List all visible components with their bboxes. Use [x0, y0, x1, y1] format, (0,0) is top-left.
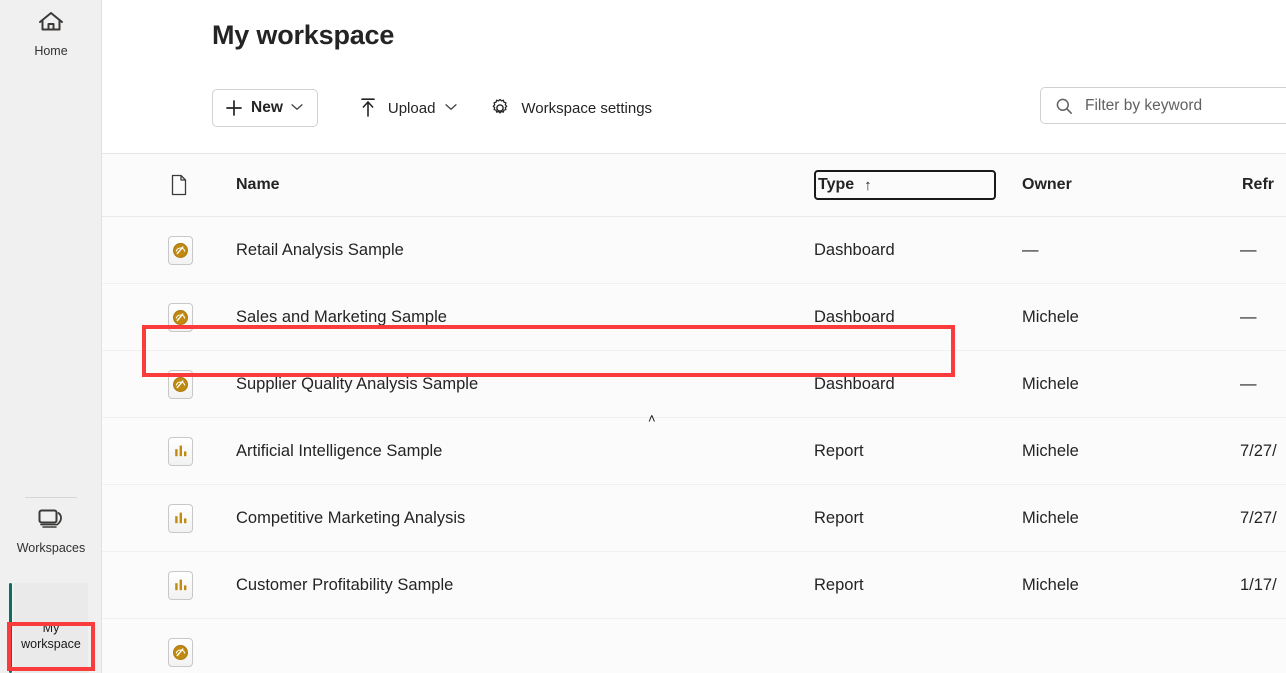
report-icon: [168, 571, 193, 600]
table-row[interactable]: Retail Analysis Sample Dashboard — —: [102, 217, 1286, 284]
dashboard-icon: [168, 638, 193, 667]
filter-search-box[interactable]: [1040, 87, 1286, 124]
page-title: My workspace: [212, 20, 394, 51]
content-list-table: Name Type ↑ Owner Refr: [102, 154, 1286, 673]
row-name[interactable]: Customer Profitability Sample: [236, 552, 453, 618]
column-header-name[interactable]: Name: [236, 154, 280, 216]
column-header-type-focus-box: Type ↑: [814, 170, 996, 200]
column-header-type[interactable]: Type ↑: [814, 154, 996, 216]
cursor-caret-mark: ˄: [648, 412, 656, 425]
table-row[interactable]: Supplier Quality Analysis Sample Dashboa…: [102, 351, 1286, 418]
search-input[interactable]: [1083, 96, 1286, 116]
chevron-down-icon: [291, 103, 303, 114]
row-owner: Michele: [1022, 485, 1079, 551]
upload-button[interactable]: Upload: [348, 90, 468, 126]
row-refreshed: 7/27/: [1240, 418, 1277, 484]
row-refreshed: —: [1240, 284, 1257, 350]
row-item-icon: [168, 485, 193, 551]
row-refreshed: 1/17/: [1240, 552, 1277, 618]
table-row[interactable]: Sales and Marketing Sample Dashboard Mic…: [102, 284, 1286, 351]
row-refreshed: —: [1240, 217, 1257, 283]
row-item-icon: [168, 217, 193, 283]
table-header-row: Name Type ↑ Owner Refr: [102, 154, 1286, 217]
workspaces-icon: [0, 505, 102, 539]
row-refreshed: —: [1240, 351, 1257, 417]
sort-ascending-icon: ↑: [864, 178, 872, 193]
upload-button-label: Upload: [388, 100, 436, 117]
row-item-icon: [168, 418, 193, 484]
row-refreshed: 7/27/: [1240, 485, 1277, 551]
report-icon: [168, 504, 193, 533]
sidebar-item-home-label: Home: [0, 44, 102, 59]
app-root: Home Workspaces My workspace My workspac…: [0, 0, 1286, 673]
new-button-label: New: [251, 99, 283, 117]
dashboard-icon: [168, 236, 193, 265]
row-type: Dashboard: [814, 217, 895, 283]
table-row[interactable]: [102, 619, 1286, 673]
sidebar-item-my-workspace-label-line1: My: [0, 620, 102, 636]
row-name[interactable]: Retail Analysis Sample: [236, 217, 404, 283]
row-owner: Michele: [1022, 351, 1079, 417]
row-owner: Michele: [1022, 552, 1079, 618]
dashboard-icon: [168, 303, 193, 332]
main-content: My workspace New U: [102, 0, 1286, 673]
row-owner: Michele: [1022, 284, 1079, 350]
workspace-settings-label: Workspace settings: [521, 100, 652, 117]
row-type: Report: [814, 552, 864, 618]
command-toolbar: New Upload: [212, 85, 662, 131]
column-header-owner[interactable]: Owner: [1022, 154, 1072, 216]
row-name[interactable]: Supplier Quality Analysis Sample: [236, 351, 478, 417]
search-icon: [1055, 97, 1073, 115]
table-row[interactable]: Customer Profitability Sample Report Mic…: [102, 552, 1286, 619]
sidebar-item-home[interactable]: Home: [0, 8, 102, 59]
upload-arrow-icon: [358, 97, 378, 119]
row-item-icon: [168, 284, 193, 350]
row-owner: —: [1022, 217, 1039, 283]
workspace-settings-button[interactable]: Workspace settings: [479, 90, 662, 126]
row-type: Dashboard: [814, 351, 895, 417]
column-header-type-label: Type: [818, 176, 854, 194]
row-name[interactable]: Competitive Marketing Analysis: [236, 485, 465, 551]
row-item-icon: [168, 619, 193, 673]
row-type: Dashboard: [814, 284, 895, 350]
new-button[interactable]: New: [212, 89, 318, 127]
row-name[interactable]: Artificial Intelligence Sample: [236, 418, 442, 484]
home-icon: [0, 8, 102, 42]
sidebar-item-workspaces[interactable]: Workspaces: [0, 505, 102, 556]
row-owner: Michele: [1022, 418, 1079, 484]
row-type: Report: [814, 418, 864, 484]
left-nav-rail: Home Workspaces My workspace: [0, 0, 102, 673]
row-item-icon: [168, 552, 193, 618]
sidebar-item-my-workspace[interactable]: My workspace: [0, 620, 102, 652]
column-header-file-icon[interactable]: [170, 154, 188, 216]
row-type: Report: [814, 485, 864, 551]
chevron-down-icon: [445, 103, 457, 114]
table-body: Retail Analysis Sample Dashboard — —: [102, 217, 1286, 673]
plus-icon: [225, 99, 243, 117]
table-row[interactable]: Competitive Marketing Analysis Report Mi…: [102, 485, 1286, 552]
row-item-icon: [168, 351, 193, 417]
table-row[interactable]: ˄ Artificial Intelligence Sample Report …: [102, 418, 1286, 485]
row-name[interactable]: Sales and Marketing Sample: [236, 284, 447, 350]
sidebar-item-workspaces-label: Workspaces: [0, 541, 102, 556]
dashboard-icon: [168, 370, 193, 399]
gear-icon: [489, 97, 511, 119]
column-header-refreshed[interactable]: Refr: [1242, 154, 1274, 216]
report-icon: [168, 437, 193, 466]
sidebar-divider: [25, 497, 77, 498]
file-icon: [170, 174, 188, 196]
sidebar-item-my-workspace-label-line2: workspace: [0, 636, 102, 652]
